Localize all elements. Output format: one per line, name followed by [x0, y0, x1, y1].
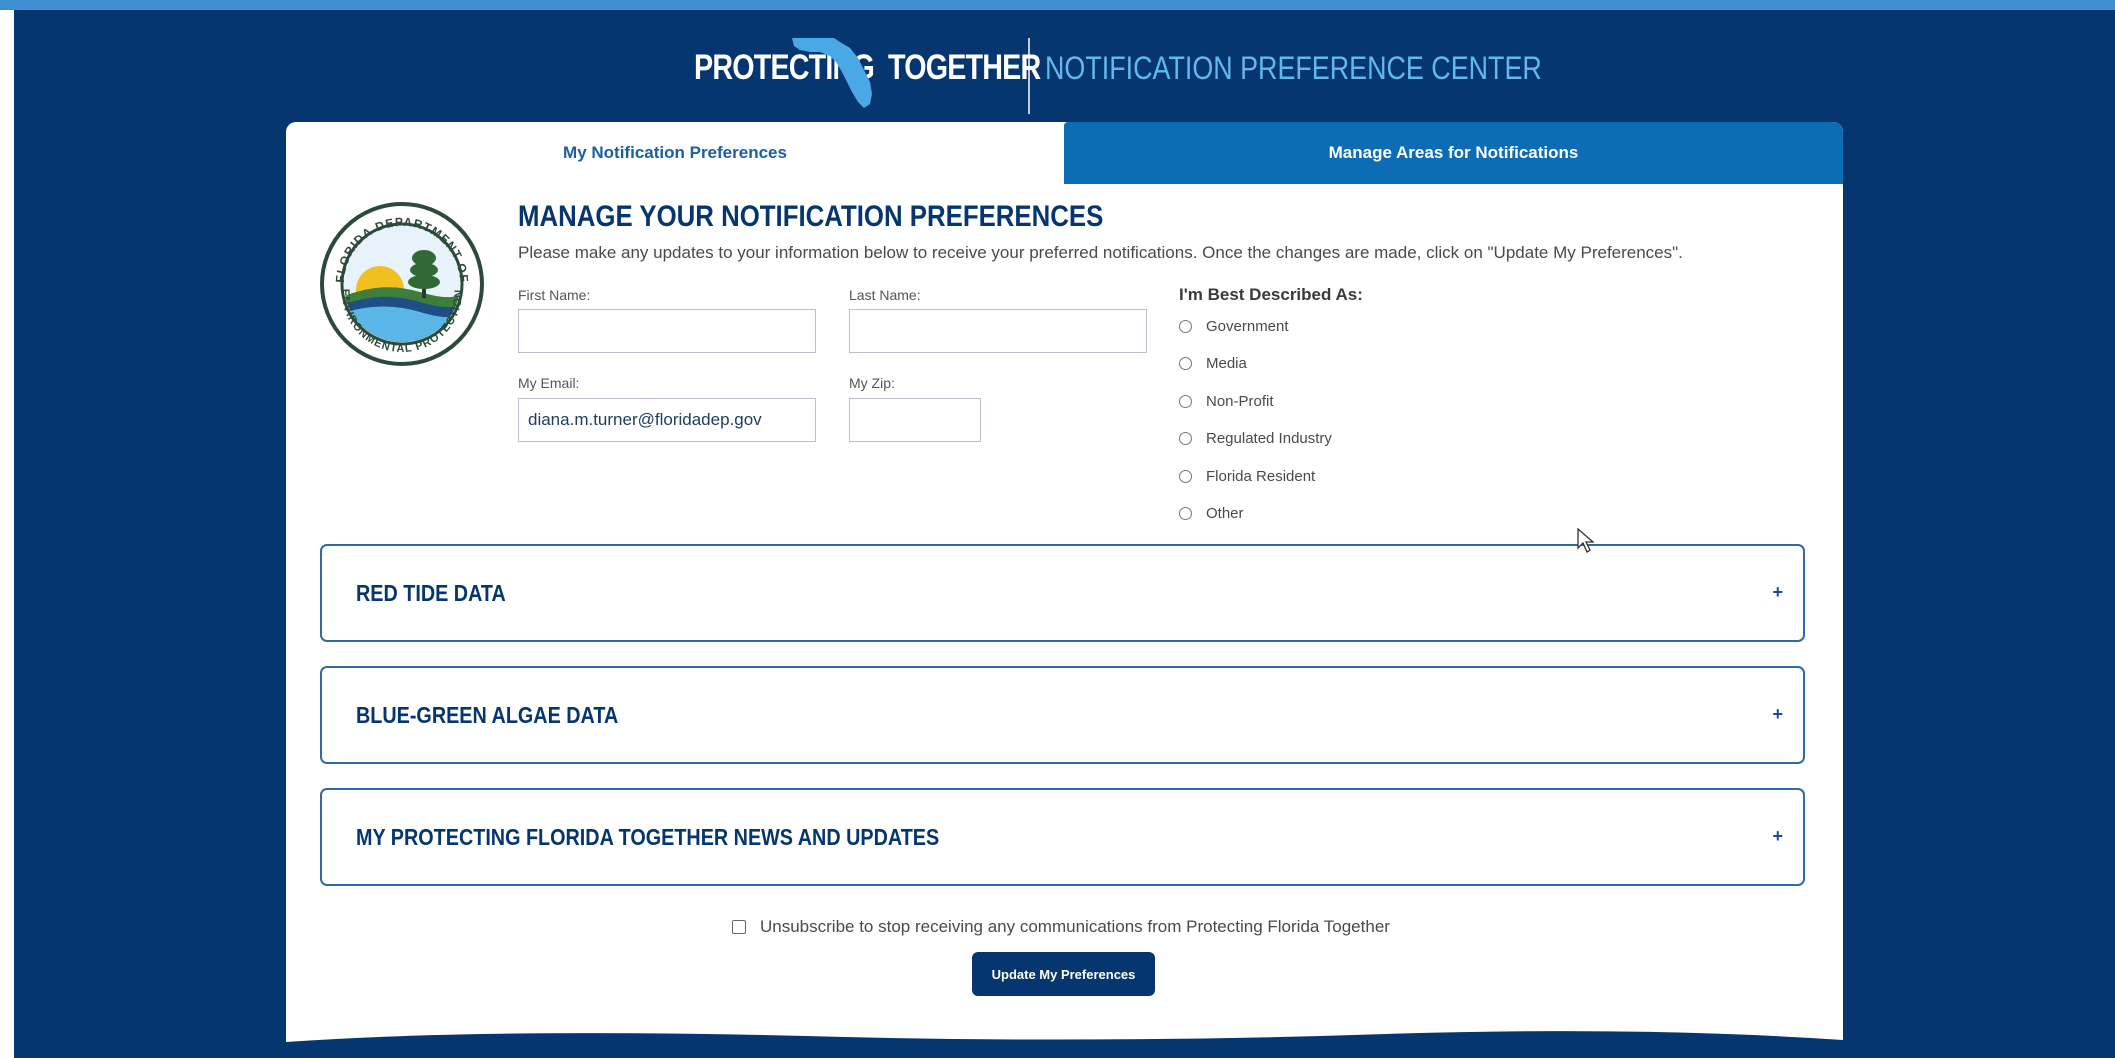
mouse-cursor-icon: [1577, 528, 1595, 553]
florida-state-icon: [792, 38, 872, 108]
email-field[interactable]: [518, 398, 816, 442]
radio-label: Regulated Industry: [1206, 430, 1332, 447]
email-label: My Email:: [518, 375, 580, 391]
radio-circle[interactable]: [1179, 432, 1192, 445]
tab-manage-areas[interactable]: Manage Areas for Notifications: [1064, 122, 1843, 184]
radio-label: Florida Resident: [1206, 468, 1316, 485]
unsubscribe-label: Unsubscribe to stop receiving any commun…: [760, 917, 1390, 936]
radio-label: Non-Profit: [1206, 393, 1274, 410]
radio-label: Media: [1206, 355, 1247, 372]
accordion-blue-green-algae[interactable]: BLUE-GREEN ALGAE DATA +: [320, 666, 1805, 764]
last-name-field[interactable]: [849, 309, 1147, 353]
expand-plus-icon[interactable]: +: [1772, 704, 1783, 725]
radio-circle[interactable]: [1179, 470, 1192, 483]
site-header: PROTECTING TOGETHER NOTIFICATION PREFERE…: [0, 10, 2115, 120]
described-as-title: I'm Best Described As:: [1179, 285, 1363, 304]
page-heading: MANAGE YOUR NOTIFICATION PREFERENCES: [518, 200, 1104, 233]
expand-plus-icon[interactable]: +: [1772, 582, 1783, 603]
radio-circle[interactable]: [1179, 320, 1192, 333]
radio-other[interactable]: Other: [1179, 505, 1244, 522]
accordion-news-updates[interactable]: MY PROTECTING FLORIDA TOGETHER NEWS AND …: [320, 788, 1805, 886]
header-subtitle: NOTIFICATION PREFERENCE CENTER: [1045, 50, 1542, 86]
expand-plus-icon[interactable]: +: [1772, 826, 1783, 847]
header-divider: [1028, 38, 1030, 114]
accordion-red-tide[interactable]: RED TIDE DATA +: [320, 544, 1805, 642]
accordion-title: RED TIDE DATA: [356, 580, 506, 606]
footer-wave: [286, 1031, 1843, 1058]
unsubscribe-row[interactable]: Unsubscribe to stop receiving any commun…: [732, 917, 1390, 937]
radio-regulated-industry[interactable]: Regulated Industry: [1179, 430, 1332, 447]
zip-label: My Zip:: [849, 375, 895, 391]
radio-circle[interactable]: [1179, 507, 1192, 520]
preferences-card: My Notification Preferences Manage Areas…: [286, 122, 1843, 1058]
unsubscribe-checkbox[interactable]: [732, 920, 746, 934]
top-accent-strip: [0, 0, 2115, 10]
tab-my-notification-preferences[interactable]: My Notification Preferences: [286, 122, 1064, 184]
brand-word-right: TOGETHER: [888, 48, 1041, 87]
radio-circle[interactable]: [1179, 395, 1192, 408]
radio-label: Government: [1206, 318, 1289, 335]
first-name-label: First Name:: [518, 287, 591, 303]
zip-field[interactable]: [849, 398, 981, 442]
radio-non-profit[interactable]: Non-Profit: [1179, 393, 1274, 410]
update-preferences-button[interactable]: Update My Preferences: [972, 952, 1155, 996]
radio-government[interactable]: Government: [1179, 318, 1289, 335]
instructions-text: Please make any updates to your informat…: [518, 243, 1683, 262]
radio-florida-resident[interactable]: Florida Resident: [1179, 468, 1315, 485]
radio-label: Other: [1206, 505, 1244, 522]
first-name-field[interactable]: [518, 309, 816, 353]
last-name-label: Last Name:: [849, 287, 921, 303]
radio-media[interactable]: Media: [1179, 355, 1247, 372]
dep-seal-logo: FLORIDA DEPARTMENT OF ENVIRONMENTAL PROT…: [320, 202, 484, 366]
radio-circle[interactable]: [1179, 357, 1192, 370]
accordion-title: BLUE-GREEN ALGAE DATA: [356, 702, 619, 728]
accordion-title: MY PROTECTING FLORIDA TOGETHER NEWS AND …: [356, 824, 940, 850]
